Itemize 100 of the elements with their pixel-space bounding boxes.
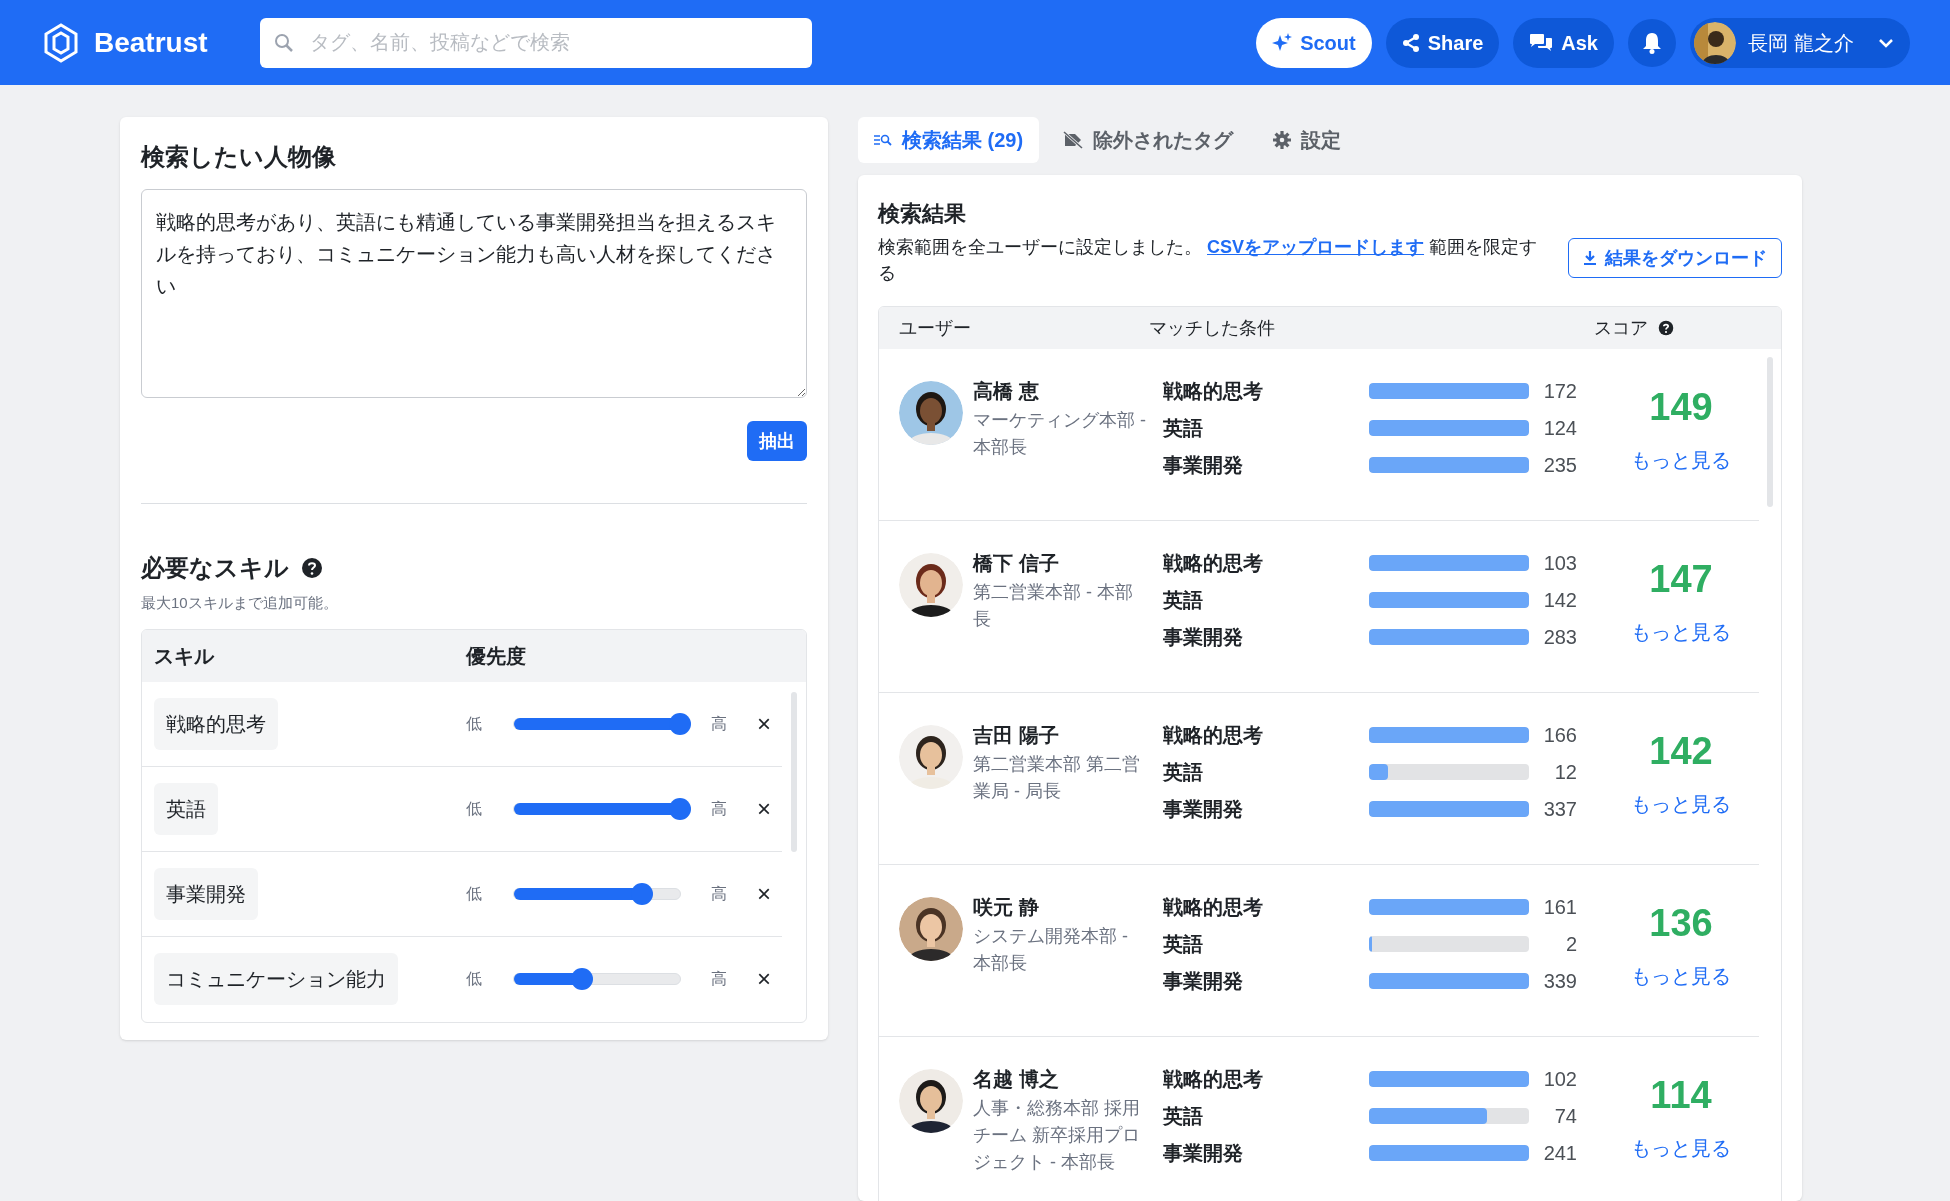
slider-thumb[interactable]: [571, 968, 594, 990]
see-more-link[interactable]: もっと見る: [1631, 445, 1731, 475]
tag-off-icon: [1063, 131, 1084, 149]
brand-name[interactable]: Beatrust: [94, 21, 208, 64]
bell-icon: [1642, 31, 1662, 54]
match-value: 102: [1542, 1066, 1577, 1092]
upload-csv-link[interactable]: CSVをアップロードします: [1207, 237, 1425, 257]
sparkle-icon: [1272, 32, 1293, 53]
notification-button[interactable]: [1628, 18, 1676, 67]
condition-label: 戦略的思考: [1163, 378, 1264, 404]
see-more-link[interactable]: もっと見る: [1631, 961, 1731, 991]
column-header: マッチした条件: [1149, 316, 1276, 340]
condition-label: 戦略的思考: [1163, 550, 1264, 576]
search-list-icon: [874, 133, 892, 147]
skill-tag: 戦略的思考: [154, 697, 278, 750]
section-title: 検索したい人物像: [141, 142, 337, 172]
remove-button[interactable]: ×: [757, 796, 771, 821]
slider-label: 高: [711, 798, 728, 819]
match-value: 283: [1542, 624, 1577, 650]
see-more-link[interactable]: もっと見る: [1631, 789, 1731, 819]
remove-button[interactable]: ×: [757, 967, 771, 991]
condition-label: 戦略的思考: [1163, 894, 1264, 920]
person-title: 人事・総務本部 採用チーム 新卒採用プロジェクト - 本部長: [973, 1097, 1141, 1174]
condition-label: 事業開発: [1163, 796, 1244, 822]
hint-text: 最大10スキルまで追加可能。: [141, 593, 339, 613]
ask-button[interactable]: Ask: [1513, 17, 1614, 68]
chat-icon: [1529, 32, 1554, 53]
slider-label: 低: [466, 713, 483, 734]
condition-label: 事業開発: [1163, 624, 1244, 650]
person-name[interactable]: 橋下 信子: [973, 549, 1149, 577]
condition-label: 英語: [1163, 759, 1204, 785]
tab[interactable]: 除外されたタグ: [1047, 117, 1250, 163]
help-icon[interactable]: [1658, 320, 1674, 336]
person-title: 第二営業本部 - 本部長: [973, 581, 1134, 631]
user-menu-button[interactable]: 長岡 龍之介: [1690, 17, 1910, 68]
slider-thumb[interactable]: [669, 797, 691, 820]
person-title: マーケティング本部 - 本部長: [973, 409, 1147, 459]
share-icon: [1401, 32, 1420, 53]
scrollbar[interactable]: [791, 691, 797, 852]
match-value: 74: [1553, 1103, 1577, 1129]
score-value: 147: [1649, 557, 1713, 601]
remove-button[interactable]: ×: [757, 711, 771, 736]
chevron-down-icon: [1878, 37, 1894, 48]
score-value: 142: [1649, 729, 1713, 773]
column-header: スキル: [153, 643, 216, 669]
match-value: 161: [1542, 894, 1577, 920]
column-header: スコア: [1593, 316, 1648, 340]
skill-tag: コミュニケーション能力: [154, 953, 398, 1005]
scout-button[interactable]: Scout: [1256, 17, 1372, 68]
share-button[interactable]: Share: [1385, 17, 1500, 68]
download-button[interactable]: 結果をダウンロード: [1568, 238, 1782, 278]
slider-label: 低: [466, 883, 483, 904]
see-more-link[interactable]: もっと見る: [1631, 1133, 1731, 1163]
match-value: 12: [1553, 759, 1577, 785]
slider-label: 低: [466, 798, 483, 819]
person-name[interactable]: 名越 博之: [973, 1065, 1149, 1093]
person-title: 第二営業本部 第二営業局 - 局長: [973, 753, 1141, 803]
match-value: 235: [1542, 452, 1577, 478]
match-value: 339: [1542, 968, 1577, 994]
persona-textarea[interactable]: 戦略的思考があり、英語にも精通している事業開発担当を担えるスキルを持っており、コミュニケーション能力も高い人材を探してください: [141, 189, 807, 398]
score-value: 114: [1650, 1073, 1712, 1117]
condition-label: 事業開発: [1163, 1140, 1244, 1166]
match-value: 124: [1542, 415, 1577, 441]
scrollbar[interactable]: [1767, 357, 1773, 507]
match-value: 142: [1542, 587, 1577, 613]
person-name[interactable]: 吉田 陽子: [973, 721, 1149, 749]
match-value: 103: [1542, 550, 1577, 576]
column-header: ユーザー: [898, 316, 972, 340]
see-more-link[interactable]: もっと見る: [1631, 617, 1731, 647]
condition-label: 英語: [1163, 931, 1204, 957]
condition-label: 事業開発: [1163, 452, 1244, 478]
slider-thumb[interactable]: [669, 712, 691, 735]
person-name[interactable]: 咲元 静: [973, 893, 1149, 921]
condition-label: 英語: [1163, 415, 1204, 441]
match-value: 337: [1542, 796, 1577, 822]
slider-label: 高: [711, 883, 728, 904]
slider-label: 高: [711, 713, 728, 734]
score-value: 149: [1649, 385, 1713, 429]
skill-tag: 英語: [154, 782, 218, 835]
slider-thumb[interactable]: [630, 882, 653, 905]
section-title: 必要なスキル: [141, 553, 289, 583]
tab[interactable]: 設定: [1257, 117, 1358, 163]
search-field[interactable]: タグ、名前、投稿などで検索: [260, 17, 812, 68]
score-value: 136: [1649, 901, 1713, 945]
match-value: 2: [1564, 931, 1577, 957]
search-icon: [274, 32, 294, 53]
person-name[interactable]: 高橋 恵: [973, 377, 1149, 405]
match-value: 166: [1542, 722, 1577, 748]
extract-button[interactable]: 抽出: [747, 421, 807, 461]
skill-tag: 事業開発: [154, 867, 258, 920]
match-value: 241: [1542, 1140, 1577, 1166]
scope-notice: 検索範囲を全ユーザーに設定しました。 CSVをアップロードします 範囲を限定する: [878, 236, 1538, 285]
condition-label: 英語: [1163, 587, 1204, 613]
download-icon: [1583, 250, 1597, 266]
condition-label: 戦略的思考: [1163, 1066, 1264, 1092]
condition-label: 事業開発: [1163, 968, 1244, 994]
tab[interactable]: 検索結果 (29): [858, 117, 1040, 163]
remove-button[interactable]: ×: [757, 881, 771, 906]
help-icon[interactable]: [301, 557, 323, 579]
condition-label: 戦略的思考: [1163, 722, 1264, 748]
